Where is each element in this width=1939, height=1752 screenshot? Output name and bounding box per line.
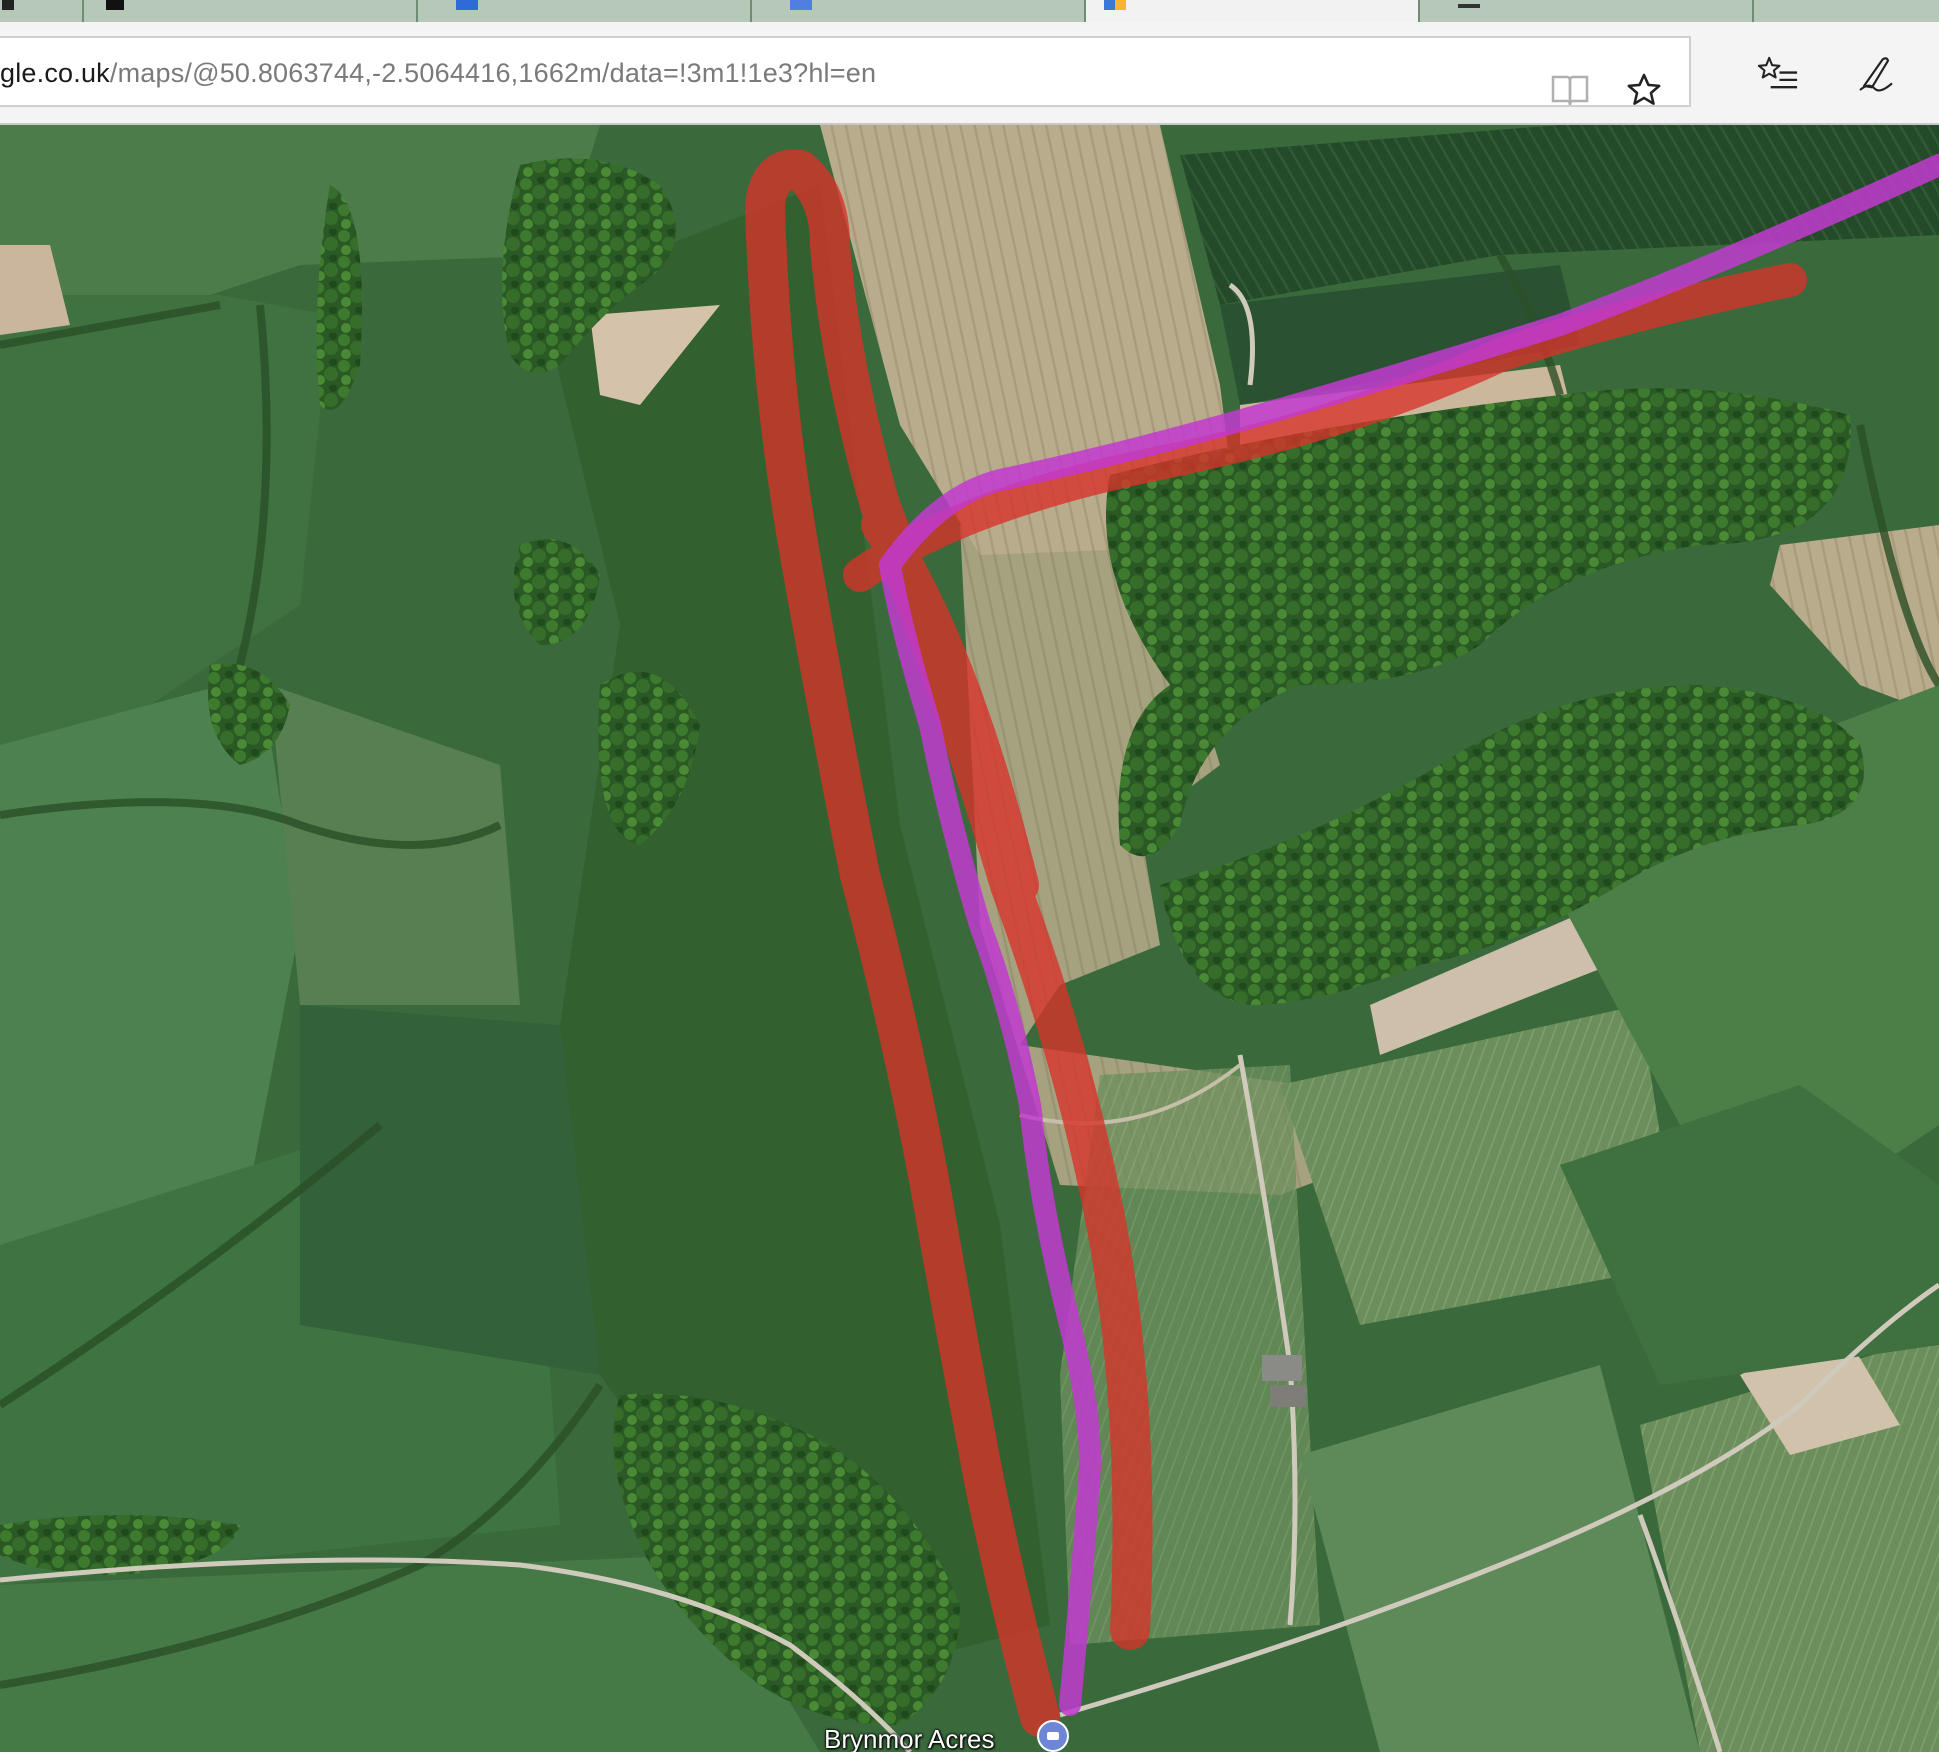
browser-window: gle.co.uk/maps/@50.8063744,-2.5064416,16… xyxy=(0,0,1939,1752)
building xyxy=(1262,1355,1302,1381)
tab-active[interactable] xyxy=(1086,0,1420,22)
map-canvas[interactable]: Brynmor Acres xyxy=(0,125,1939,1752)
tab[interactable] xyxy=(752,0,1086,22)
url-path: /maps/@50.8063744,-2.5064416,1662m/data=… xyxy=(109,58,877,88)
tab[interactable] xyxy=(418,0,752,22)
maps-icon xyxy=(1104,0,1126,10)
place-label[interactable]: Brynmor Acres xyxy=(824,1724,995,1752)
page-icon xyxy=(456,0,478,10)
browser-toolbar: gle.co.uk/maps/@50.8063744,-2.5064416,16… xyxy=(0,22,1939,125)
tab[interactable] xyxy=(84,0,418,22)
tab[interactable] xyxy=(1754,0,1939,22)
page-icon xyxy=(790,0,812,10)
tab-strip xyxy=(0,0,1939,22)
hotel-pin-icon[interactable] xyxy=(1037,1720,1069,1752)
page-icon xyxy=(1458,4,1480,8)
satellite-imagery xyxy=(0,125,1939,1752)
url-text: gle.co.uk/maps/@50.8063744,-2.5064416,16… xyxy=(0,58,876,89)
favorites-list-icon[interactable] xyxy=(1748,22,1808,125)
url-host: gle.co.uk xyxy=(0,58,110,88)
page-icon xyxy=(106,0,124,10)
web-note-icon[interactable] xyxy=(1846,22,1906,125)
tab[interactable] xyxy=(1420,0,1754,22)
page-icon xyxy=(2,0,14,10)
tab[interactable] xyxy=(0,0,84,22)
address-bar[interactable]: gle.co.uk/maps/@50.8063744,-2.5064416,16… xyxy=(0,36,1691,107)
